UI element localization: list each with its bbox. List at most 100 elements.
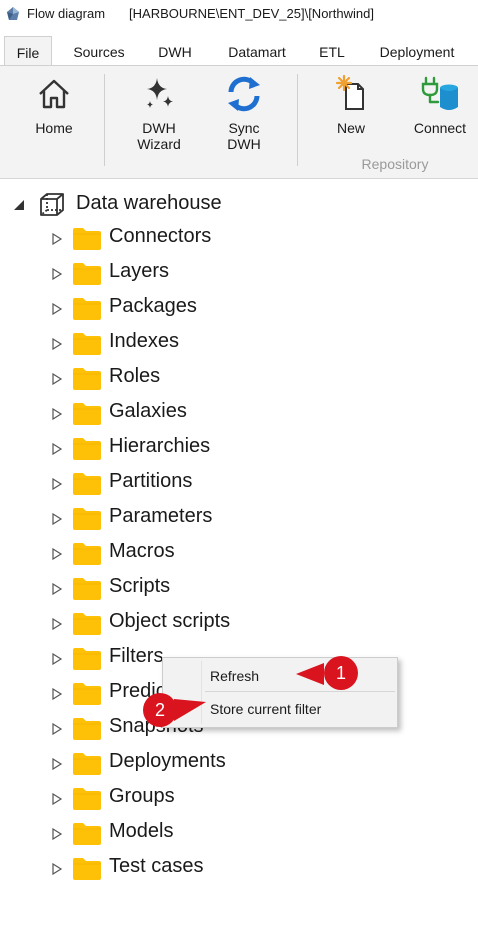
collapsed-triangle-icon[interactable]	[51, 618, 63, 630]
tree-item[interactable]: Groups	[0, 783, 478, 818]
sync-dwh-button[interactable]: Sync DWH	[212, 74, 276, 152]
tree-item[interactable]: Roles	[0, 363, 478, 398]
collapsed-triangle-icon[interactable]	[51, 303, 63, 315]
tree-item-label: Scripts	[109, 575, 171, 597]
tree-item-label: Indexes	[109, 330, 180, 352]
title-bar: Flow diagram [HARBOURNE\ENT_DEV_25]\[Nort…	[0, 0, 478, 30]
sparkle-icon	[147, 78, 173, 108]
new-button-label: New	[336, 120, 365, 136]
repository-group-label: Repository	[361, 156, 429, 172]
collapsed-triangle-icon[interactable]	[51, 268, 63, 280]
tree-item-label: Filters	[109, 645, 164, 667]
tree-root-label: Data warehouse	[76, 192, 222, 214]
folder-icon	[73, 718, 101, 740]
collapsed-triangle-icon[interactable]	[51, 233, 63, 245]
folder-icon	[73, 473, 101, 495]
tree-item[interactable]: Indexes	[0, 328, 478, 363]
folder-icon	[73, 788, 101, 810]
tree-item-label: Groups	[109, 785, 175, 807]
folder-icon	[73, 438, 101, 460]
tab-file[interactable]: File	[4, 36, 52, 66]
new-button[interactable]: New	[322, 74, 380, 136]
tree-item-label: Macros	[109, 540, 175, 562]
tree-item[interactable]: Deployments	[0, 748, 478, 783]
tree-item-label: Parameters	[109, 505, 213, 527]
tree-item[interactable]: Connectors	[0, 223, 478, 258]
callout-2: 2	[143, 693, 206, 727]
tab-deployment[interactable]: Deployment	[366, 36, 468, 66]
tab-etl[interactable]: ETL	[310, 36, 354, 66]
tab-datamart[interactable]: Datamart	[215, 36, 299, 66]
folder-icon	[73, 823, 101, 845]
tree-root-data-warehouse[interactable]: Data warehouse	[0, 190, 478, 220]
connect-database-icon	[421, 76, 458, 110]
collapsed-triangle-icon[interactable]	[51, 513, 63, 525]
tree-item[interactable]: Layers	[0, 258, 478, 293]
app-logo-icon	[7, 7, 19, 20]
tree-item[interactable]: Macros	[0, 538, 478, 573]
folder-icon	[73, 613, 101, 635]
folder-icon	[73, 403, 101, 425]
tree-item-label: Models	[109, 820, 174, 842]
collapsed-triangle-icon[interactable]	[51, 443, 63, 455]
folder-icon	[73, 228, 101, 250]
collapsed-triangle-icon[interactable]	[51, 723, 63, 735]
collapsed-triangle-icon[interactable]	[51, 758, 63, 770]
ribbon-separator	[297, 74, 298, 166]
ribbon-tabs: File Sources DWH Datamart ETL Deployment	[0, 36, 478, 66]
collapsed-triangle-icon[interactable]	[51, 338, 63, 350]
folder-icon	[73, 333, 101, 355]
collapsed-triangle-icon[interactable]	[51, 863, 63, 875]
ribbon-separator	[104, 74, 105, 166]
tree-item[interactable]: Partitions	[0, 468, 478, 503]
tree-item[interactable]: Parameters	[0, 503, 478, 538]
sync-icon	[228, 76, 260, 112]
folder-icon	[73, 368, 101, 390]
menu-item-refresh[interactable]: Refresh	[163, 661, 397, 691]
connect-button[interactable]: Connect	[404, 74, 476, 136]
window-context: [HARBOURNE\ENT_DEV_25]\[Northwind]	[129, 6, 374, 21]
folder-icon	[73, 263, 101, 285]
collapsed-triangle-icon[interactable]	[51, 583, 63, 595]
tree-item-label: Layers	[109, 260, 170, 282]
collapsed-triangle-icon[interactable]	[51, 653, 63, 665]
tree-item-label: Galaxies	[109, 400, 187, 422]
callout-1-label: 1	[336, 663, 346, 683]
tree-item[interactable]: Galaxies	[0, 398, 478, 433]
tree-item[interactable]: Test cases	[0, 853, 478, 888]
collapsed-triangle-icon[interactable]	[51, 688, 63, 700]
home-button[interactable]: Home	[24, 74, 84, 136]
tree-item-label: Packages	[109, 295, 197, 317]
callout-2-label: 2	[155, 700, 165, 720]
ribbon: Home DWH Wizard Sync DWH New Connect Rep…	[0, 65, 478, 179]
tree-item[interactable]: Object scripts	[0, 608, 478, 643]
collapsed-triangle-icon[interactable]	[51, 408, 63, 420]
tab-sources[interactable]: Sources	[62, 36, 136, 66]
home-button-label: Home	[35, 120, 73, 136]
new-document-icon	[335, 74, 364, 110]
tree-item-label: Hierarchies	[109, 435, 211, 457]
tree-item[interactable]: Models	[0, 818, 478, 853]
collapsed-triangle-icon[interactable]	[51, 373, 63, 385]
tree-item-label: Partitions	[109, 470, 193, 492]
dwh-wizard-label: DWH Wizard	[137, 120, 181, 152]
tree-item[interactable]: Hierarchies	[0, 433, 478, 468]
folder-icon	[73, 298, 101, 320]
tree-item-label: Roles	[109, 365, 161, 387]
connect-button-label: Connect	[413, 120, 467, 136]
tree-item[interactable]: Scripts	[0, 573, 478, 608]
collapsed-triangle-icon[interactable]	[51, 828, 63, 840]
folder-icon	[73, 508, 101, 530]
tab-dwh[interactable]: DWH	[147, 36, 203, 66]
object-tree: Data warehouse Connectors Layers Packages I…	[0, 180, 478, 931]
expanded-triangle-icon[interactable]	[13, 199, 25, 211]
sync-dwh-label: Sync DWH	[227, 120, 261, 152]
collapsed-triangle-icon[interactable]	[51, 548, 63, 560]
cube-icon	[40, 193, 64, 216]
tree-item-label: Test cases	[109, 855, 204, 877]
collapsed-triangle-icon[interactable]	[51, 478, 63, 490]
collapsed-triangle-icon[interactable]	[51, 793, 63, 805]
folder-icon	[73, 543, 101, 565]
tree-item[interactable]: Packages	[0, 293, 478, 328]
dwh-wizard-button[interactable]: DWH Wizard	[124, 74, 194, 152]
